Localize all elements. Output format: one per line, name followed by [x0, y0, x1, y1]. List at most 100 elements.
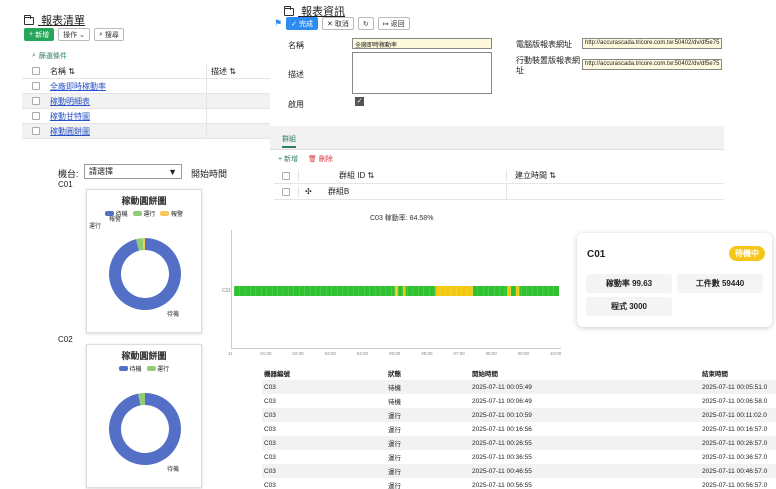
row-checkbox[interactable]	[32, 97, 40, 105]
report-list-title-text: 報表清單	[41, 15, 86, 27]
gantt-segment[interactable]	[510, 286, 517, 296]
table-cell: 2025-07-11 00:11:02.0	[702, 411, 767, 419]
gantt-tick-label: 10:00	[550, 351, 562, 356]
column-header-group-id[interactable]: 群組 ID ⇅	[298, 170, 506, 181]
table-cell: 2025-07-11 00:05:51.0	[702, 383, 768, 391]
table-row: C03 待機 2025-07-11 00:06:49 2025-07-11 00:06…	[262, 394, 776, 408]
mobile-url-input[interactable]: http://accurascada.tricore.com.tw:50402/…	[582, 59, 722, 70]
machine-status-card: C01 待機中 稼動率 99.63 工件數 59440 程式 3000	[577, 233, 772, 327]
report-link[interactable]: 稼動明細表	[50, 97, 90, 106]
pie-machine-label: C01	[58, 180, 73, 189]
gantt-y-axis	[231, 230, 232, 348]
metric-workpieces: 工件數 59440	[677, 274, 763, 293]
cancel-button[interactable]: ✕ 取消	[321, 17, 354, 30]
column-header-name[interactable]: 名稱 ⇅	[50, 66, 206, 77]
report-list-title: 報表清單	[24, 12, 85, 28]
search-icon: ⌕	[32, 52, 36, 59]
gantt-tick-label: 08:00	[485, 351, 497, 356]
tab-group[interactable]: 群組	[282, 134, 296, 148]
group-add-button[interactable]: + 新增	[278, 154, 298, 164]
table-cell: C03	[264, 383, 276, 391]
table-row: C03 運行 2025-07-11 00:46:55 2025-07-11 00:46…	[262, 464, 776, 478]
table-cell: 運行	[388, 441, 401, 448]
sort-icon: ⇅	[229, 66, 236, 76]
column-header-desc[interactable]: 描述 ⇅	[206, 64, 272, 78]
pie-title: 稼動圓餅圖	[121, 196, 167, 206]
gantt-tick-label: 04:00	[356, 351, 369, 356]
gantt-segment[interactable]	[519, 286, 559, 296]
report-link[interactable]: 稼動圓餅圖	[50, 127, 90, 136]
report-info-toolbar: ⚑ ✓ 完成 ✕ 取消 ↻ ↦ 返回	[274, 17, 410, 30]
column-header: 狀態	[388, 371, 401, 378]
name-input[interactable]: 全廠即時稼動率	[352, 38, 492, 49]
table-cell: 2025-07-11 00:56:55	[472, 481, 532, 489]
table-cell: C03	[264, 439, 276, 447]
row-checkbox[interactable]	[32, 112, 40, 120]
table-row: C03 運行 2025-07-11 00:16:56 2025-07-11 00:16…	[262, 422, 776, 436]
select-all-checkbox[interactable]	[32, 67, 40, 75]
table-row: C03 運行 2025-07-11 00:56:55 2025-07-11 00:56…	[262, 478, 776, 489]
row-checkbox[interactable]	[32, 127, 40, 135]
move-icon[interactable]: ✣	[305, 187, 312, 196]
name-label: 名稱	[288, 41, 304, 50]
back-icon: ↦	[382, 20, 389, 28]
table-cell: 2025-07-11 00:10:59	[472, 411, 532, 419]
folder-icon	[284, 6, 294, 17]
report-link[interactable]: 全廠即時稼動率	[50, 82, 106, 91]
flag-icon: ⚑	[274, 18, 283, 28]
machine-label: 機台:	[58, 169, 79, 179]
report-info-panel: 報表資訊 ⚑ ✓ 完成 ✕ 取消 ↻ ↦ 返回 名稱 全廠即時稼動率 描述 啟用 ✓ …	[270, 0, 724, 207]
gantt-x-axis	[231, 348, 561, 349]
column-header-create-time[interactable]: 建立時間 ⇅	[506, 170, 706, 181]
table-cell: C03	[264, 411, 276, 419]
group-delete-button[interactable]: 🗑 刪除	[308, 154, 333, 164]
operations-dropdown[interactable]: 操作 ⌄	[58, 28, 90, 41]
search-button[interactable]: ⌕ 搜尋	[93, 28, 124, 41]
filter-toggle[interactable]: ⌕ 篩選條件	[32, 51, 67, 61]
table-row: ✣ 群組B	[274, 184, 724, 200]
gantt-segment[interactable]	[405, 286, 436, 296]
row-checkbox[interactable]	[282, 187, 290, 196]
desc-textarea[interactable]	[352, 52, 492, 94]
pie-card-c01: 稼動圓餅圖 待機 運行 報警 報警 運行 待機	[86, 189, 202, 333]
table-cell: 2025-07-11 00:06:49	[472, 397, 532, 405]
table-row: 稼動明細表	[22, 94, 272, 109]
add-report-button[interactable]: + 新增	[24, 28, 55, 41]
table-cell: 待機	[388, 385, 401, 392]
pc-url-input[interactable]: http://accurascada.tricore.com.tw:50402/…	[582, 38, 722, 49]
gantt-tick-label: 06:00	[421, 351, 433, 356]
records-table: 機器編號 狀態 開始時間 結束時間 C03 待機 2025-07-11 00:05:…	[262, 366, 776, 489]
gantt-segment[interactable]	[234, 286, 395, 296]
table-cell: 2025-07-11 00:06:58.0	[702, 397, 768, 405]
refresh-icon: ↻	[362, 20, 369, 28]
table-cell: 2025-07-11 00:36:57.0	[702, 453, 768, 461]
gantt-bar	[234, 286, 559, 296]
table-cell: 2025-07-11 00:26:57.0	[702, 439, 768, 447]
enabled-checkbox[interactable]: ✓	[355, 97, 364, 106]
report-link[interactable]: 稼動甘特圖	[50, 112, 90, 121]
row-checkbox[interactable]	[32, 82, 40, 90]
status-badge: 待機中	[729, 246, 765, 261]
status-machine-name: C01	[587, 249, 606, 260]
gantt-title: C03 稼動率: 84.58%	[370, 215, 434, 222]
table-cell: 運行	[388, 469, 401, 476]
sort-icon: ⇅	[68, 66, 75, 76]
table-cell: 待機	[388, 399, 401, 406]
back-button[interactable]: ↦ 返回	[377, 17, 410, 30]
table-cell: 2025-07-11 00:05:49	[472, 383, 532, 391]
gantt-segment[interactable]	[403, 286, 406, 296]
gantt-row-label: C01	[222, 288, 232, 294]
machine-select[interactable]: 請選擇 ▼	[84, 164, 182, 179]
table-row: C03 運行 2025-07-11 00:26:55 2025-07-11 00:26…	[262, 436, 776, 450]
pie-slice-label: 待機	[167, 310, 179, 318]
group-name: 群組B	[327, 187, 350, 196]
sort-icon: ⇅	[549, 171, 556, 180]
done-button[interactable]: ✓ 完成	[286, 17, 318, 30]
group-table: 群組 ID ⇅ 建立時間 ⇅ ✣ 群組B	[274, 168, 724, 200]
table-cell: 2025-07-11 00:56:57.0	[702, 481, 768, 489]
select-all-checkbox[interactable]	[282, 171, 290, 180]
gantt-segment[interactable]	[516, 286, 520, 296]
refresh-button[interactable]: ↻	[357, 17, 374, 30]
table-row: 稼動甘特圖	[22, 109, 272, 124]
pc-url-label: 電腦版報表網址	[516, 40, 572, 49]
